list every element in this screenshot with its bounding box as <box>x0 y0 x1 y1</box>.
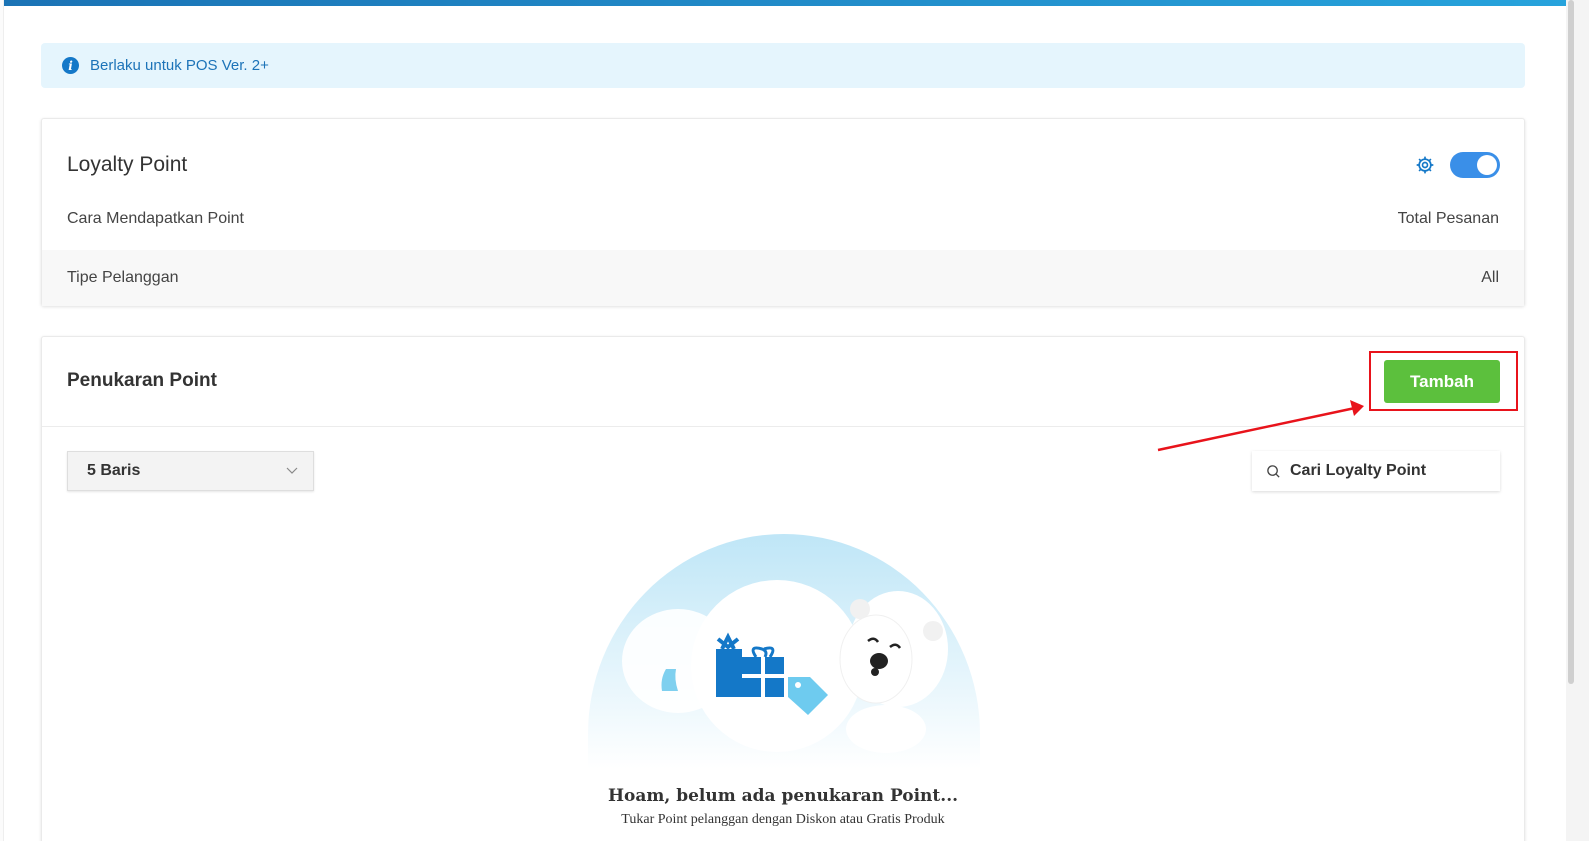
add-button[interactable]: Tambah <box>1384 360 1500 403</box>
search-placeholder: Cari Loyalty Point <box>1290 462 1427 479</box>
scrollbar-thumb[interactable] <box>1568 0 1574 684</box>
customer-type-label: Tipe Pelanggan <box>67 269 179 286</box>
penukaran-title: Penukaran Point <box>67 370 217 391</box>
customer-type-row: Tipe Pelanggan All <box>42 250 1524 306</box>
empty-state-title: Hoam, belum ada penukaran Point... <box>607 786 959 806</box>
gear-icon[interactable] <box>1415 155 1435 175</box>
empty-state-subtitle: Tukar Point pelanggan dengan Diskon atau… <box>621 812 945 827</box>
toggle-knob <box>1477 155 1497 175</box>
rows-per-page-select[interactable]: 5 Baris <box>67 451 314 491</box>
earn-method-label: Cara Mendapatkan Point <box>67 209 244 227</box>
earn-method-value: Total Pesanan <box>1397 209 1499 227</box>
empty-state-illustration <box>588 534 980 769</box>
scrollbar[interactable] <box>1566 0 1589 841</box>
top-accent-bar <box>0 0 1568 6</box>
info-banner: i Berlaku untuk POS Ver. 2+ <box>41 43 1525 88</box>
info-icon: i <box>62 57 79 74</box>
left-edge <box>0 0 4 841</box>
rows-per-page-value: 5 Baris <box>87 462 141 479</box>
loyalty-toggle[interactable] <box>1450 152 1500 178</box>
search-icon <box>1267 464 1280 478</box>
customer-type-value: All <box>1481 269 1499 286</box>
loyalty-point-title: Loyalty Point <box>67 153 188 176</box>
loyalty-point-card: Loyalty Point Cara Mendapatkan Point Tot… <box>41 118 1525 306</box>
chevron-down-icon <box>286 467 298 474</box>
earn-method-row: Cara Mendapatkan Point Total Pesanan <box>42 190 1524 247</box>
annotation-arrow <box>1157 400 1364 452</box>
info-banner-text: Berlaku untuk POS Ver. 2+ <box>90 57 269 74</box>
